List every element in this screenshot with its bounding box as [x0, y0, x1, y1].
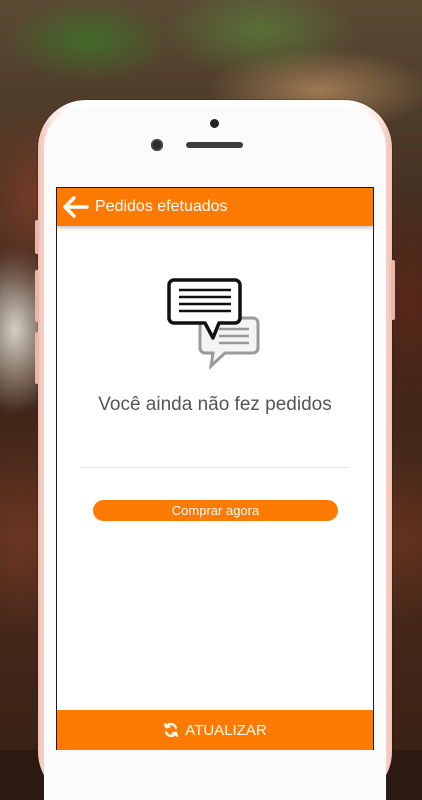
refresh-label: ATUALIZAR	[185, 721, 267, 739]
volume-up-button	[35, 270, 39, 322]
buy-now-button[interactable]: Comprar agora	[93, 500, 338, 521]
proximity-sensor	[210, 119, 219, 128]
app-screen: Pedidos efetuados Você ainda não fez ped…	[56, 187, 374, 750]
earpiece-speaker	[186, 142, 243, 148]
refresh-icon	[163, 722, 179, 738]
arrow-left-icon	[63, 196, 89, 218]
power-button	[391, 260, 395, 320]
chat-bubbles-icon	[167, 278, 260, 371]
front-camera	[151, 139, 163, 151]
app-bar: Pedidos efetuados	[57, 188, 373, 226]
refresh-button[interactable]: ATUALIZAR	[57, 710, 373, 750]
back-button[interactable]	[61, 192, 91, 222]
divider	[81, 467, 349, 468]
mute-switch	[35, 220, 39, 254]
empty-state-message: Você ainda não fez pedidos	[98, 394, 332, 415]
volume-down-button	[35, 332, 39, 384]
page-title: Pedidos efetuados	[95, 198, 228, 215]
